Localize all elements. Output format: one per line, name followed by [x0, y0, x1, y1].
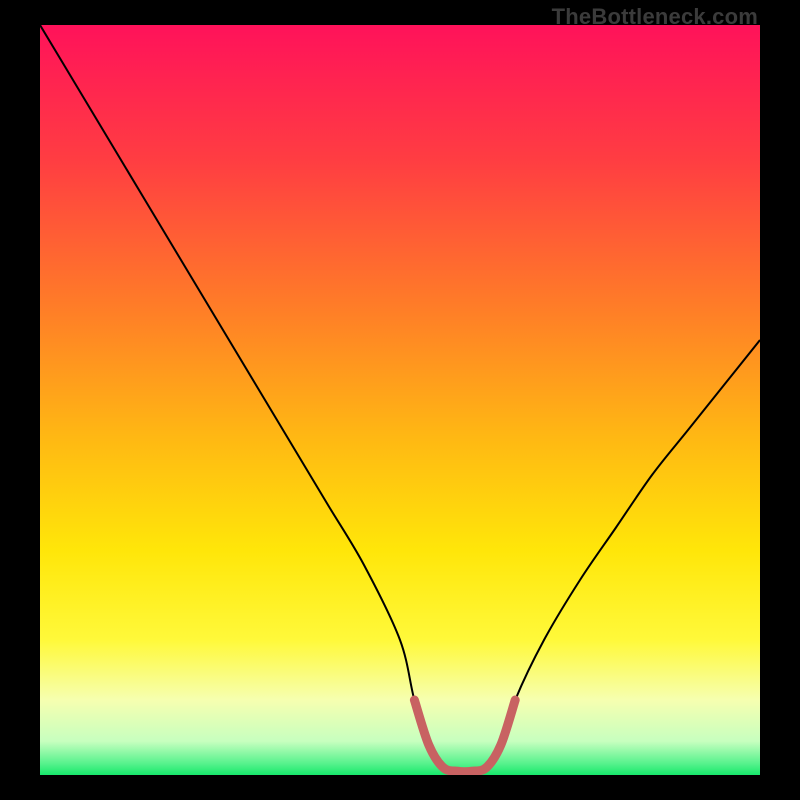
plot-area: [40, 25, 760, 775]
chart-frame: TheBottleneck.com: [0, 0, 800, 800]
bottleneck-curve: [40, 25, 760, 775]
